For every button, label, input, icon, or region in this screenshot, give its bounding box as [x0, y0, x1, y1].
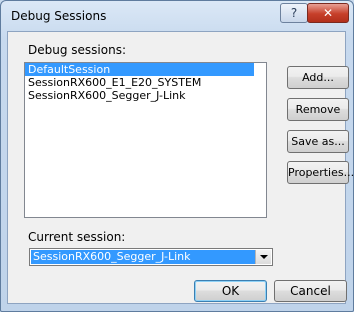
list-item[interactable]: SessionRX600_E1_E20_SYSTEM — [25, 76, 266, 89]
save-as-button[interactable]: Save as... — [287, 130, 349, 153]
help-button[interactable]: ? — [280, 3, 308, 23]
add-button[interactable]: Add... — [287, 66, 349, 89]
close-button[interactable]: ✕ — [307, 3, 349, 23]
window-title: Debug Sessions — [11, 9, 107, 23]
list-item[interactable]: SessionRX600_Segger_J-Link — [25, 89, 266, 102]
cancel-button[interactable]: Cancel — [274, 280, 347, 302]
properties-button[interactable]: Properties... — [287, 161, 354, 184]
ok-button[interactable]: OK — [194, 280, 267, 302]
current-session-value: SessionRX600_Segger_J-Link — [31, 250, 255, 264]
current-session-label: Current session: — [28, 230, 126, 244]
list-item[interactable]: DefaultSession — [25, 63, 254, 76]
current-session-dropdown[interactable]: SessionRX600_Segger_J-Link — [29, 248, 273, 266]
title-bar[interactable]: Debug Sessions ? ✕ — [1, 1, 353, 31]
debug-sessions-label: Debug sessions: — [28, 43, 126, 57]
remove-button[interactable]: Remove — [287, 98, 349, 121]
sessions-listbox[interactable]: DefaultSession SessionRX600_E1_E20_SYSTEM… — [24, 62, 267, 218]
chevron-down-icon[interactable] — [255, 250, 271, 264]
